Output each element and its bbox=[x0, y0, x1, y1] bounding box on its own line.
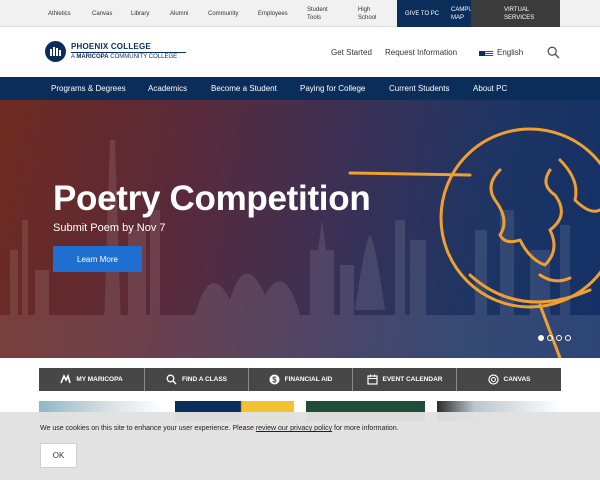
quick-link-financial-aid[interactable]: $ FINANCIAL AID bbox=[249, 368, 353, 391]
main-nav: Programs & Degrees Academics Become a St… bbox=[0, 77, 600, 100]
us-flag-icon[interactable] bbox=[479, 47, 493, 56]
campus-map-link[interactable]: CAMPUS MAP bbox=[440, 0, 477, 27]
give-to-pc-link[interactable]: GIVE TO PC bbox=[397, 0, 440, 27]
util-link-canvas[interactable]: Canvas bbox=[92, 0, 112, 27]
nav-programs-degrees[interactable]: Programs & Degrees bbox=[51, 77, 126, 100]
slide-dot-3[interactable] bbox=[556, 335, 562, 341]
util-link-high-school[interactable]: High School bbox=[358, 0, 384, 27]
quick-link-my-maricopa[interactable]: MY MARICOPA bbox=[39, 368, 145, 391]
nav-current-students[interactable]: Current Students bbox=[389, 77, 449, 100]
college-subtitle: A MARICOPA COMMUNITY COLLEGE bbox=[71, 54, 178, 60]
quick-link-canvas[interactable]: CANVAS bbox=[457, 368, 561, 391]
search-icon bbox=[166, 374, 177, 385]
maricopa-icon bbox=[60, 374, 72, 384]
college-logo-icon[interactable] bbox=[45, 41, 66, 62]
nav-about-pc[interactable]: About PC bbox=[473, 77, 507, 100]
get-started-link[interactable]: Get Started bbox=[331, 48, 372, 57]
util-link-alumni[interactable]: Alumni bbox=[170, 0, 188, 27]
language-selector[interactable]: English bbox=[497, 48, 523, 57]
hero-banner: Poetry Competition Submit Poem by Nov 7 … bbox=[0, 100, 600, 358]
quick-link-event-calendar[interactable]: EVENT CALENDAR bbox=[353, 368, 457, 391]
cookie-banner: We use cookies on this site to enhance y… bbox=[0, 412, 600, 480]
hero-subtitle: Submit Poem by Nov 7 bbox=[53, 222, 166, 234]
quick-link-find-class[interactable]: FIND A CLASS bbox=[145, 368, 249, 391]
cookie-message: We use cookies on this site to enhance y… bbox=[40, 425, 399, 432]
util-link-community[interactable]: Community bbox=[208, 0, 238, 27]
virtual-services-link[interactable]: VIRTUAL SERVICES bbox=[471, 0, 560, 27]
logo-divider bbox=[71, 52, 186, 53]
dollar-icon: $ bbox=[269, 374, 280, 385]
calendar-icon bbox=[366, 374, 378, 385]
learn-more-button[interactable]: Learn More bbox=[53, 246, 142, 272]
slide-dot-1[interactable] bbox=[538, 335, 544, 341]
quick-links-bar: MY MARICOPA FIND A CLASS $ FINANCIAL AID… bbox=[39, 368, 561, 391]
canvas-icon bbox=[487, 374, 499, 385]
privacy-policy-link[interactable]: review our privacy policy bbox=[256, 425, 332, 432]
college-name: PHOENIX COLLEGE bbox=[71, 42, 151, 51]
util-link-library[interactable]: Library bbox=[131, 0, 149, 27]
slide-dot-4[interactable] bbox=[565, 335, 571, 341]
request-info-link[interactable]: Request Information bbox=[385, 48, 457, 57]
util-link-employees[interactable]: Employees bbox=[258, 0, 288, 27]
hero-title: Poetry Competition bbox=[53, 179, 371, 218]
search-icon[interactable] bbox=[547, 46, 560, 59]
util-link-athletics[interactable]: Athletics bbox=[48, 0, 71, 27]
nav-become-student[interactable]: Become a Student bbox=[211, 77, 277, 100]
nav-paying-college[interactable]: Paying for College bbox=[300, 77, 365, 100]
cookie-ok-button[interactable]: OK bbox=[40, 443, 77, 468]
slide-dots bbox=[538, 335, 571, 341]
utility-bar: Athletics Canvas Library Alumni Communit… bbox=[0, 0, 600, 27]
util-link-student-tools[interactable]: Student Tools bbox=[307, 0, 337, 27]
nav-academics[interactable]: Academics bbox=[148, 77, 187, 100]
svg-text:$: $ bbox=[272, 375, 277, 384]
slide-dot-2[interactable] bbox=[547, 335, 553, 341]
